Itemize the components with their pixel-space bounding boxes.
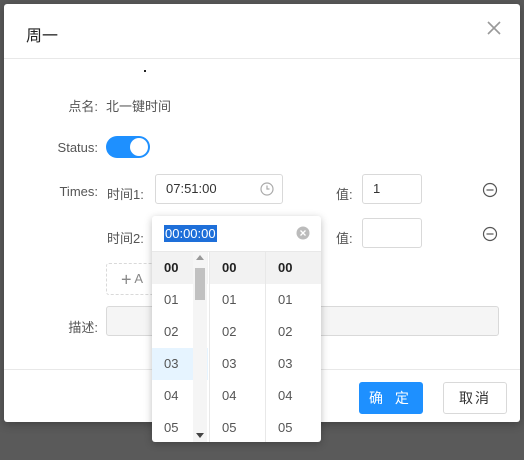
name-value: 北一键时间: [106, 99, 172, 114]
hours-scrollbar[interactable]: [193, 252, 207, 442]
status-toggle[interactable]: [106, 136, 150, 158]
description-label: 描述:: [68, 320, 98, 335]
time2-label: 时间2:: [107, 231, 144, 246]
close-icon[interactable]: [484, 18, 504, 38]
minute-option[interactable]: 01: [210, 284, 265, 316]
modal-title: 周一: [26, 28, 59, 45]
second-option[interactable]: 04: [266, 380, 321, 412]
minute-option[interactable]: 03: [210, 348, 265, 380]
time1-input[interactable]: 07:51:00: [155, 174, 283, 204]
time-picker-dropdown: 00:00:00 00 01 02 03 04 05 00 01 02 03 0…: [152, 216, 321, 442]
value1-label: 值:: [336, 187, 353, 202]
second-option[interactable]: 05: [266, 412, 321, 442]
scroll-up-arrow-icon[interactable]: [196, 255, 204, 260]
minutes-column[interactable]: 00 01 02 03 04 05: [209, 252, 265, 442]
remove-time2-icon[interactable]: [482, 226, 498, 242]
value2-input[interactable]: [362, 218, 422, 248]
value1-text: 1: [373, 181, 381, 196]
value1-input[interactable]: 1: [362, 174, 422, 204]
cancel-button[interactable]: 取消: [443, 382, 507, 414]
minute-option[interactable]: 02: [210, 316, 265, 348]
seconds-column[interactable]: 00 01 02 03 04 05: [265, 252, 321, 442]
add-button-label: A: [134, 271, 144, 286]
clear-icon[interactable]: [296, 226, 310, 240]
value2-label: 值:: [336, 231, 353, 246]
status-label: Status:: [57, 140, 98, 155]
second-option[interactable]: 02: [266, 316, 321, 348]
minute-option[interactable]: 05: [210, 412, 265, 442]
second-option[interactable]: 01: [266, 284, 321, 316]
plus-icon: +: [121, 269, 132, 290]
name-label: 点名:: [68, 99, 98, 114]
picker-input[interactable]: 00:00:00: [152, 216, 321, 252]
time1-value: 07:51:00: [166, 181, 217, 196]
scrollbar-thumb[interactable]: [195, 268, 205, 300]
clock-icon: [260, 182, 274, 196]
ok-button[interactable]: 确 定: [359, 382, 423, 414]
picker-value[interactable]: 00:00:00: [164, 225, 217, 242]
remove-time1-icon[interactable]: [482, 182, 498, 198]
second-option[interactable]: 03: [266, 348, 321, 380]
modal-header: 周一: [4, 4, 520, 59]
minute-option[interactable]: 04: [210, 380, 265, 412]
picker-columns: 00 01 02 03 04 05 00 01 02 03 04 05 00 0…: [152, 252, 321, 442]
time1-label: 时间1:: [107, 187, 144, 202]
scroll-down-arrow-icon[interactable]: [196, 433, 204, 438]
second-option[interactable]: 00: [266, 252, 321, 284]
minute-option[interactable]: 00: [210, 252, 265, 284]
decorative-dot: [144, 70, 146, 72]
times-label: Times:: [59, 184, 98, 199]
toggle-knob: [130, 138, 148, 156]
